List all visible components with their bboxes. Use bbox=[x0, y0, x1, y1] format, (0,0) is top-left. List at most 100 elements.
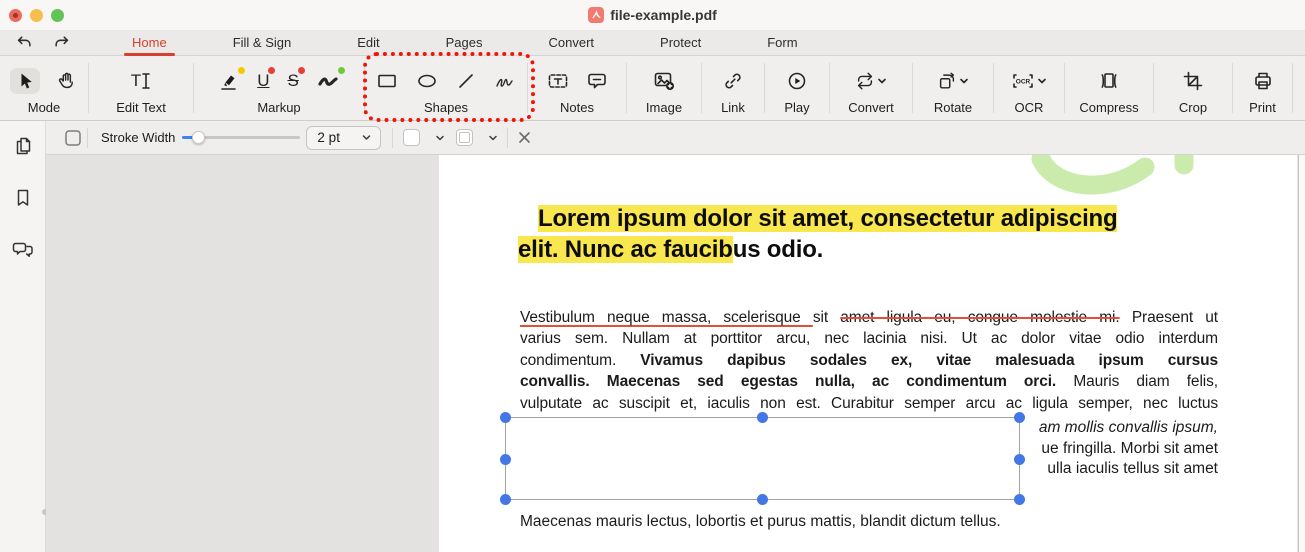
group-edit-text: T Edit Text bbox=[89, 56, 193, 120]
group-compress: Compress bbox=[1065, 56, 1153, 120]
pdf-file-icon bbox=[588, 7, 604, 23]
group-play: Play bbox=[765, 56, 829, 120]
convert-button[interactable] bbox=[853, 69, 889, 93]
highlight-annotation[interactable]: elit. Nunc ac faucib bbox=[518, 236, 733, 263]
main-toolbar: Mode T Edit Text U bbox=[0, 56, 1305, 121]
resize-handle-bottom-left[interactable] bbox=[500, 494, 511, 505]
stroke-color-chevron[interactable] bbox=[434, 132, 446, 144]
strikethrough-color-dot bbox=[298, 67, 305, 74]
tab-protect[interactable]: Protect bbox=[658, 30, 703, 56]
underline-icon: U bbox=[257, 71, 269, 91]
comment-note-button[interactable] bbox=[585, 70, 609, 92]
strikethrough-tool-button[interactable]: S bbox=[285, 69, 300, 93]
left-sidebar bbox=[0, 121, 46, 552]
group-ocr: OCR OCR bbox=[994, 56, 1064, 120]
heading-text: us odio. bbox=[733, 236, 823, 263]
redo-button[interactable] bbox=[50, 32, 74, 54]
fill-color-swatch[interactable] bbox=[456, 129, 473, 146]
rectangle-shape-button[interactable] bbox=[374, 70, 400, 92]
group-label: Link bbox=[721, 100, 745, 116]
divider bbox=[1292, 63, 1293, 113]
stroke-width-slider[interactable] bbox=[182, 131, 300, 145]
scribble-shape-button[interactable] bbox=[492, 70, 518, 92]
zoom-window-button[interactable] bbox=[51, 9, 64, 22]
document-canvas: Lorem ipsum dolor sit amet, consectetur … bbox=[46, 155, 1305, 552]
pdf-page: Lorem ipsum dolor sit amet, consectetur … bbox=[439, 155, 1297, 552]
body-text: Maecenas mauris lectus, lobortis et puru… bbox=[520, 513, 1001, 531]
divider bbox=[507, 128, 508, 148]
divider bbox=[392, 128, 393, 148]
document-paragraph: Vestibulum neque massa, scelerisque sit … bbox=[520, 307, 1218, 414]
group-print: Print bbox=[1233, 56, 1292, 120]
titlebar: file-example.pdf bbox=[0, 0, 1305, 30]
add-link-button[interactable] bbox=[721, 69, 745, 93]
group-notes: Notes bbox=[528, 56, 626, 120]
pen-tool-button[interactable] bbox=[315, 69, 341, 93]
tab-convert[interactable]: Convert bbox=[547, 30, 597, 56]
highlight-tool-button[interactable] bbox=[217, 69, 241, 93]
resize-handle-top-left[interactable] bbox=[500, 412, 511, 423]
chevron-down-icon bbox=[434, 132, 446, 144]
resize-handle-middle-left[interactable] bbox=[500, 454, 511, 465]
close-window-button[interactable] bbox=[9, 9, 22, 22]
print-button[interactable] bbox=[1251, 69, 1275, 93]
resize-handle-top-center[interactable] bbox=[757, 412, 768, 423]
slider-thumb[interactable] bbox=[192, 131, 205, 144]
body-text: Mauris diam felis, bbox=[1056, 373, 1218, 390]
tab-fill-sign[interactable]: Fill & Sign bbox=[231, 30, 294, 56]
group-convert: Convert bbox=[830, 56, 912, 120]
underline-color-dot bbox=[268, 67, 275, 74]
strikethrough-annotation[interactable]: amet ligula eu, congue molestie mi. bbox=[840, 309, 1119, 326]
scrollbar-gutter[interactable] bbox=[1298, 155, 1305, 552]
body-text: condimentum. bbox=[520, 352, 640, 369]
group-markup: U S Markup bbox=[194, 56, 364, 120]
edit-text-button[interactable]: T bbox=[129, 69, 153, 93]
tab-form[interactable]: Form bbox=[765, 30, 799, 56]
shape-style-preview-button[interactable] bbox=[62, 127, 84, 149]
stroke-color-swatch[interactable] bbox=[403, 129, 420, 146]
group-mode: Mode bbox=[0, 56, 88, 120]
group-label: Play bbox=[784, 100, 809, 116]
tab-edit[interactable]: Edit bbox=[355, 30, 381, 56]
play-button[interactable] bbox=[785, 69, 809, 93]
group-label: Compress bbox=[1079, 100, 1138, 116]
stroke-width-select[interactable]: 2 pt bbox=[306, 126, 381, 150]
edit-text-icon: T bbox=[131, 71, 141, 91]
resize-handle-middle-right[interactable] bbox=[1014, 454, 1025, 465]
highlight-annotation[interactable]: Lorem ipsum dolor sit amet, consectetur … bbox=[538, 205, 1117, 232]
comments-panel-button[interactable] bbox=[9, 239, 37, 261]
crop-button[interactable] bbox=[1181, 69, 1205, 93]
resize-handle-bottom-center[interactable] bbox=[757, 494, 768, 505]
tab-home[interactable]: Home bbox=[130, 30, 169, 56]
tab-pages[interactable]: Pages bbox=[444, 30, 485, 56]
insert-image-button[interactable] bbox=[651, 69, 677, 93]
strikethrough-icon: S bbox=[287, 71, 298, 91]
close-properties-button[interactable] bbox=[513, 127, 535, 149]
unsaved-changes-dot bbox=[13, 13, 18, 18]
bookmarks-button[interactable] bbox=[9, 187, 37, 209]
hand-mode-button[interactable] bbox=[54, 69, 78, 93]
underline-tool-button[interactable]: U bbox=[255, 69, 271, 93]
minimize-window-button[interactable] bbox=[30, 9, 43, 22]
undo-button[interactable] bbox=[12, 32, 36, 54]
line-shape-button[interactable] bbox=[454, 70, 478, 92]
group-label: Markup bbox=[257, 100, 300, 116]
ellipse-shape-button[interactable] bbox=[414, 70, 440, 92]
group-label: Print bbox=[1249, 100, 1276, 116]
resize-handle-bottom-right[interactable] bbox=[1014, 494, 1025, 505]
text-note-button[interactable] bbox=[545, 70, 571, 92]
ocr-button[interactable]: OCR bbox=[1009, 70, 1049, 92]
underline-annotation[interactable]: Vestibulum neque massa, scelerisque bbox=[520, 309, 813, 326]
rotate-button[interactable] bbox=[935, 69, 971, 93]
compress-button[interactable] bbox=[1096, 69, 1122, 93]
close-icon bbox=[517, 130, 532, 145]
window-title: file-example.pdf bbox=[610, 7, 717, 23]
svg-text:OCR: OCR bbox=[1016, 79, 1031, 86]
rectangle-annotation-selected[interactable] bbox=[505, 417, 1020, 500]
fill-color-chevron[interactable] bbox=[487, 132, 499, 144]
green-squiggle-annotation[interactable] bbox=[1029, 155, 1209, 207]
tab-bar: Home Fill & Sign Edit Pages Convert Prot… bbox=[0, 30, 1305, 56]
resize-handle-top-right[interactable] bbox=[1014, 412, 1025, 423]
select-mode-button[interactable] bbox=[10, 68, 40, 94]
page-thumbnails-button[interactable] bbox=[9, 135, 37, 157]
